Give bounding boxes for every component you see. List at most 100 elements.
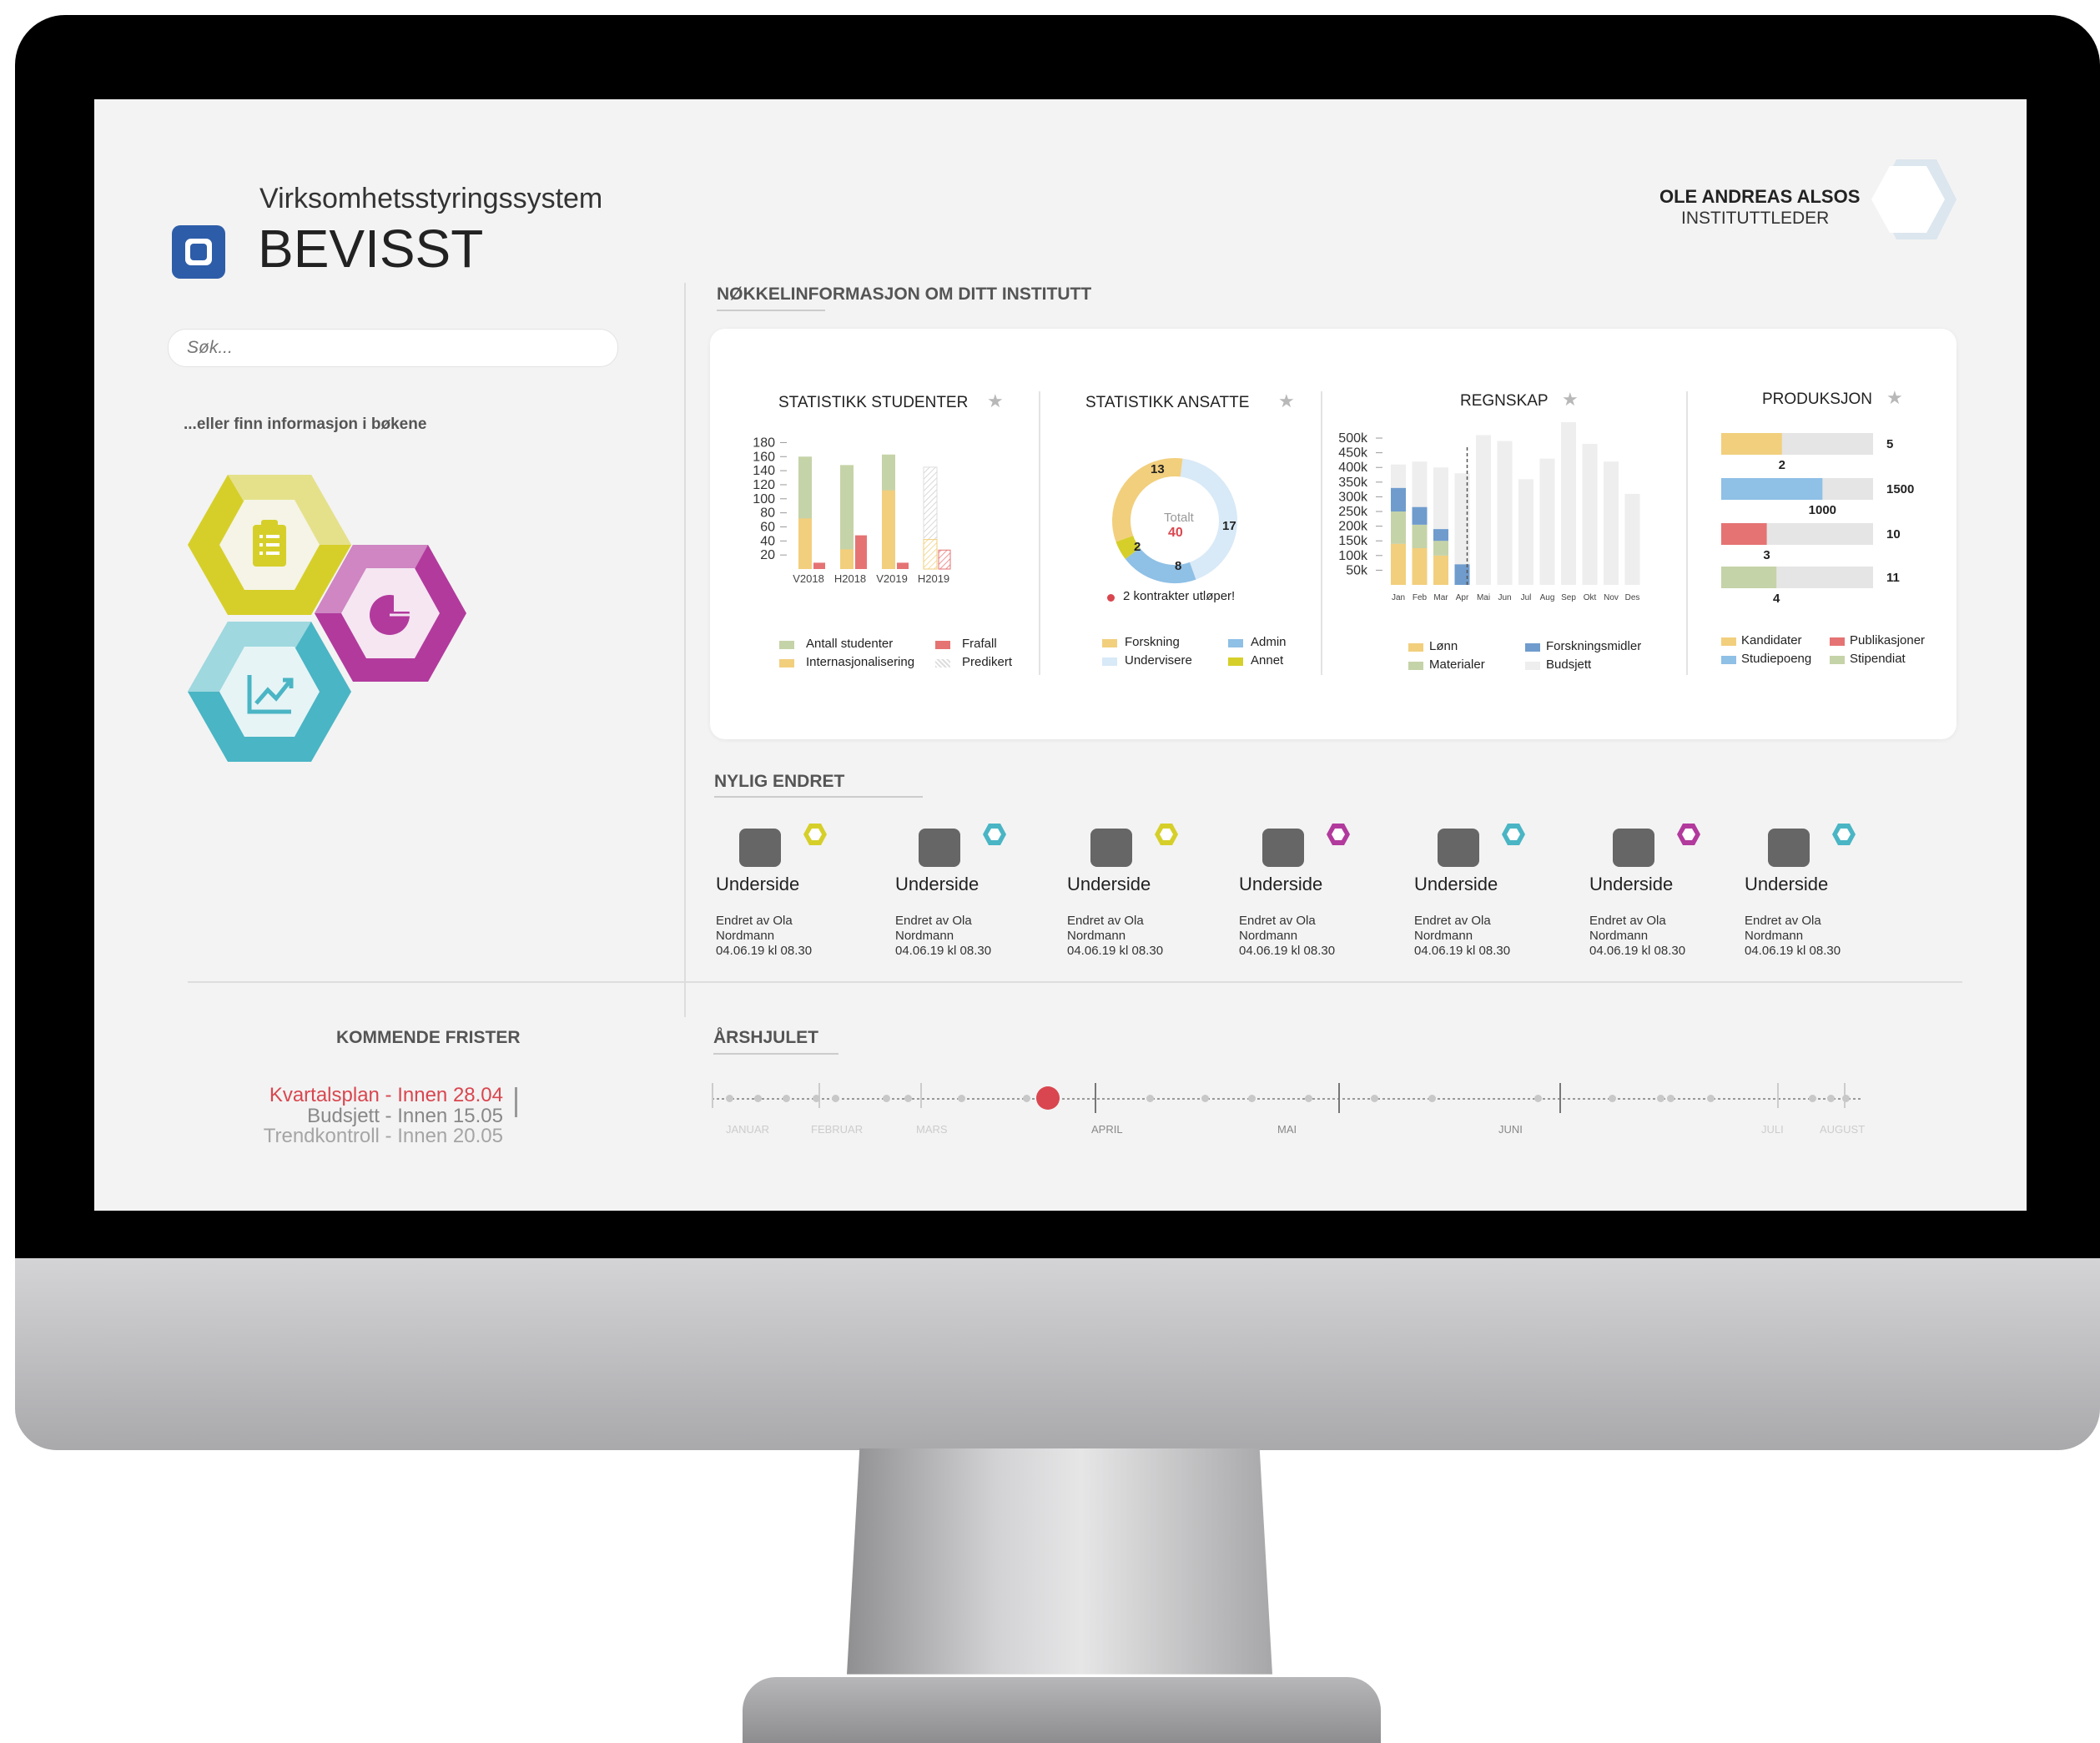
user-avatar-hexagon-icon[interactable] — [1863, 149, 1963, 249]
recent-underline — [714, 796, 923, 798]
recent-item[interactable]: Underside Endret av Ola Nordmann 04.06.19 k… — [1239, 817, 1397, 967]
section-badge-hexagon-icon — [1155, 824, 1178, 845]
legend-swatch-publikasjoner — [1830, 637, 1845, 646]
deadline-item[interactable]: Kvartalsplan - Innen 28.04 — [269, 1084, 503, 1107]
timeline-event-dot[interactable] — [783, 1095, 790, 1102]
chart-divider — [1686, 391, 1688, 675]
recent-item[interactable]: Underside Endret av Ola Nordmann 04.06.19 k… — [1745, 817, 1903, 967]
recent-item[interactable]: Underside Endret av Ola Nordmann 04.06.19 k… — [716, 817, 874, 967]
award-icon — [739, 829, 781, 867]
y-tick-label: 80 — [760, 506, 775, 521]
legend-swatch-admin — [1228, 639, 1243, 647]
section-divider — [188, 981, 1962, 983]
section-badge-hexagon-icon — [1502, 824, 1525, 845]
legend-forskningsmidler: Forskningsmidler — [1546, 639, 1642, 653]
timeline-month-label[interactable]: APRIL — [1091, 1123, 1123, 1136]
timeline-event-dot[interactable] — [1248, 1095, 1256, 1102]
timeline-event-dot[interactable] — [1305, 1095, 1312, 1102]
timeline-event-dot[interactable] — [1657, 1095, 1664, 1102]
y-tick-label: 120 — [753, 478, 775, 492]
timeline-event-dot[interactable] — [883, 1095, 890, 1102]
deadline-item[interactable]: Trendkontroll - Innen 20.05 — [264, 1125, 503, 1148]
timeline-event-dot[interactable] — [1827, 1095, 1835, 1102]
timeline-event-dot[interactable] — [1201, 1095, 1209, 1102]
group-icon — [1262, 829, 1304, 867]
staff-label-forskning: 13 — [1151, 462, 1165, 476]
bar-frafall — [855, 535, 867, 569]
timeline-event-dot[interactable] — [1371, 1095, 1378, 1102]
accounts-chart-title: REGNSKAP — [1460, 392, 1549, 410]
x-tick-label: Feb — [1413, 593, 1428, 602]
timeline-event-dot[interactable] — [1707, 1095, 1715, 1102]
recent-item-meta: Endret av Ola Nordmann 04.06.19 kl 08.30 — [1239, 914, 1335, 959]
legend-undervisere: Undervisere — [1125, 653, 1192, 667]
legend-swatch-stipendiat — [1830, 656, 1845, 664]
x-tick-label: Des — [1625, 593, 1640, 602]
x-tick-label: Mar — [1433, 593, 1448, 602]
timeline-month-label[interactable]: JANUAR — [726, 1123, 769, 1136]
timeline-event-dot[interactable] — [813, 1095, 820, 1102]
monitor-foot — [743, 1677, 1381, 1743]
recent-item-by: Endret av Ola — [716, 914, 793, 928]
timeline-event-dot[interactable] — [1809, 1095, 1816, 1102]
timeline-event-dot[interactable] — [904, 1095, 912, 1102]
screen: Virksomhetsstyringssystem BEVISST OLE AN… — [94, 99, 2027, 1211]
students-favorite-star-icon[interactable]: ★ — [987, 390, 1004, 412]
app-logo[interactable] — [172, 225, 225, 279]
bar-budsjett — [1539, 458, 1555, 585]
search-box[interactable] — [168, 329, 618, 367]
recent-item-meta: Endret av Ola Nordmann 04.06.19 kl 08.30 — [1067, 914, 1163, 959]
timeline-month-label[interactable]: MARS — [916, 1123, 948, 1136]
bar-frafall — [938, 549, 951, 570]
x-tick-label: Apr — [1456, 593, 1469, 602]
legend-publikasjoner: Publikasjoner — [1850, 633, 1926, 647]
recent-item[interactable]: Underside Endret av Ola Nordmann 04.06.19 k… — [895, 817, 1054, 967]
bar-budsjett — [1604, 461, 1619, 585]
timeline-month-label[interactable]: FEBRUAR — [811, 1123, 863, 1136]
production-favorite-star-icon[interactable]: ★ — [1886, 387, 1903, 409]
legend-kandidater: Kandidater — [1741, 633, 1802, 647]
staff-favorite-star-icon[interactable]: ★ — [1278, 390, 1295, 412]
key-info-heading: NØKKELINFORMASJON OM DITT INSTITUTT — [717, 285, 1092, 304]
contract-warning[interactable]: 2 kontrakter utløper! — [1123, 589, 1235, 603]
timeline-event-dot[interactable] — [1023, 1095, 1030, 1102]
timeline-event-dot[interactable] — [1842, 1095, 1850, 1102]
section-badge-hexagon-icon — [1677, 824, 1700, 845]
timeline-month-label[interactable]: JULI — [1761, 1123, 1784, 1136]
recent-item[interactable]: Underside Endret av Ola Nordmann 04.06.19 k… — [1589, 817, 1748, 967]
chart-divider — [1039, 391, 1040, 675]
timeline-event-dot[interactable] — [1609, 1095, 1616, 1102]
timeline-month-label[interactable]: JUNI — [1498, 1123, 1523, 1136]
timeline-event-dot[interactable] — [832, 1095, 839, 1102]
recent-item-title: Underside — [1745, 874, 1829, 894]
deadline-scroll-indicator[interactable] — [515, 1087, 517, 1117]
recent-item[interactable]: Underside Endret av Ola Nordmann 04.06.19 k… — [1067, 817, 1226, 967]
recent-item-name: Nordmann — [1239, 929, 1298, 943]
timeline-event-dot[interactable] — [1146, 1095, 1154, 1102]
legend-swatch-antall — [779, 641, 794, 649]
timeline-month-label[interactable]: MAI — [1277, 1123, 1297, 1136]
clipboard-icon — [253, 520, 286, 567]
timeline-event-dot[interactable] — [754, 1095, 762, 1102]
accounts-favorite-star-icon[interactable]: ★ — [1562, 389, 1579, 411]
monitor-chin — [15, 1258, 2100, 1450]
trend-book[interactable] — [188, 622, 351, 762]
production-chart: 5 2 1500 1000 10 3 11 4 — [1721, 433, 1914, 606]
timeline-event-dot[interactable] — [1534, 1095, 1542, 1102]
y-tick-label: 100k — [1338, 549, 1368, 563]
timeline-event-dot[interactable] — [1667, 1095, 1674, 1102]
legend-swatch-forskning — [1102, 639, 1117, 647]
staff-label-undervisere: 17 — [1222, 519, 1236, 533]
recent-item-name: Nordmann — [1745, 929, 1804, 943]
recent-item-name: Nordmann — [895, 929, 954, 943]
timeline-month-label[interactable]: AUGUST — [1820, 1123, 1865, 1136]
recent-item-name: Nordmann — [1589, 929, 1649, 943]
handshake-icon — [1438, 829, 1479, 867]
search-input[interactable] — [185, 335, 597, 360]
timeline-event-dot[interactable] — [726, 1095, 733, 1102]
achieved-value: 3 — [1763, 548, 1770, 562]
timeline-current-marker[interactable] — [1036, 1086, 1060, 1110]
timeline-event-dot[interactable] — [1428, 1095, 1436, 1102]
recent-item[interactable]: Underside Endret av Ola Nordmann 04.06.19 k… — [1414, 817, 1573, 967]
timeline-event-dot[interactable] — [958, 1095, 965, 1102]
